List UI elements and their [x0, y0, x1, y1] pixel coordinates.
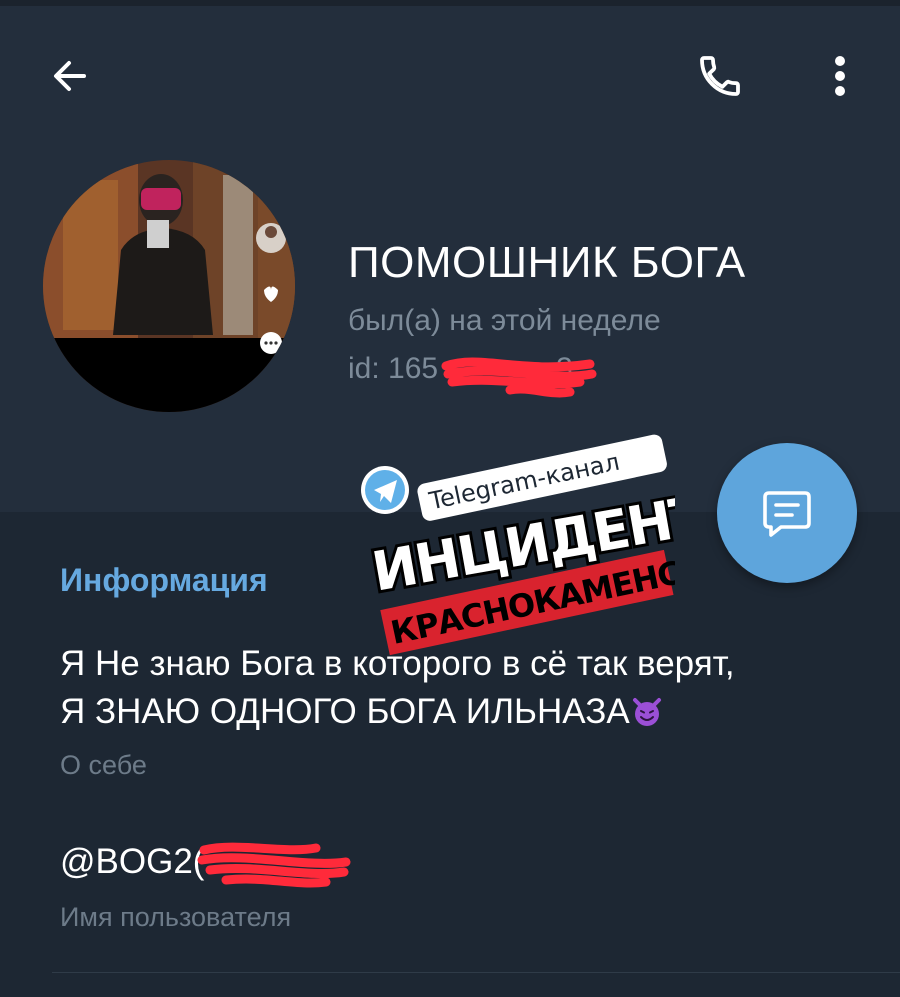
username-label: Имя пользователя: [60, 902, 292, 932]
username-value[interactable]: @BOG2(: [60, 842, 204, 882]
avatar-photo: [43, 160, 295, 412]
phone-icon: [700, 56, 740, 96]
channel-watermark: Telegram-канал ИНЦИДЕНТ КРАСНОКАМЕНСК: [361, 434, 675, 656]
last-seen-status: был(а) на этой неделе: [348, 304, 661, 337]
smiling-devil-emoji-icon: [632, 698, 661, 726]
profile-avatar[interactable]: [43, 160, 295, 412]
info-section-title: Информация: [60, 562, 268, 598]
call-button[interactable]: [688, 44, 752, 108]
section-divider: [52, 972, 900, 973]
more-vertical-icon: [835, 56, 845, 96]
back-button[interactable]: [38, 44, 102, 108]
bio-line-2: Я ЗНАЮ ОДНОГО БОГА ИЛЬНАЗА: [60, 692, 630, 731]
more-options-button[interactable]: [808, 44, 872, 108]
username-redaction-scribble: [197, 842, 351, 888]
send-message-button[interactable]: [717, 443, 857, 583]
profile-id-visible: id: 165: [348, 352, 439, 385]
profile-name: ПОМОШНИК БОГА: [348, 238, 746, 287]
message-icon: [763, 491, 811, 537]
redaction-scribble: [441, 357, 597, 398]
status-bar-strip: [0, 0, 900, 6]
bio-label: О себе: [60, 750, 147, 780]
arrow-left-icon: [54, 61, 86, 91]
